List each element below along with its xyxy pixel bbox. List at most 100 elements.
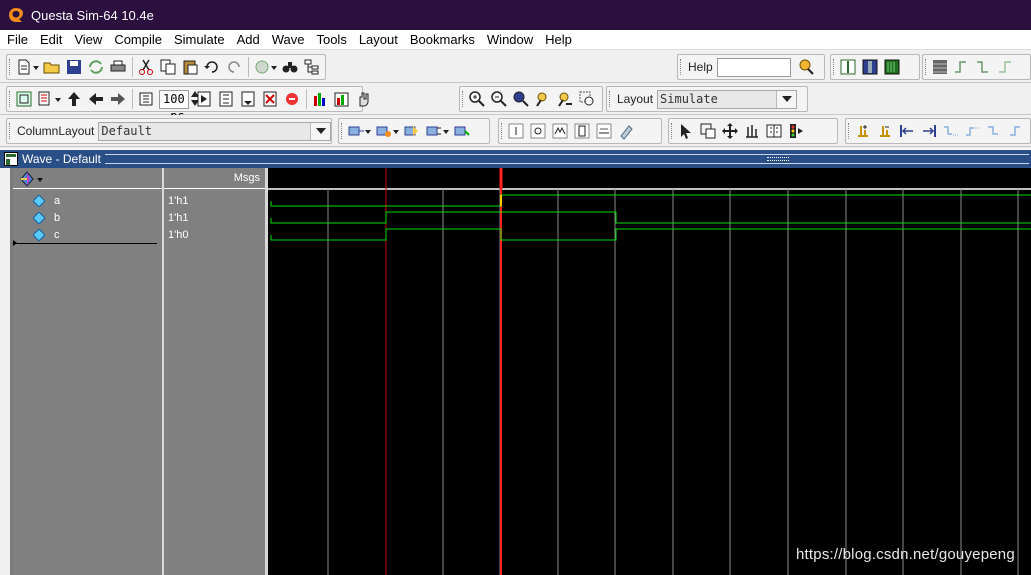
run-all-icon[interactable]	[239, 90, 257, 108]
layout-select[interactable]: Simulate	[657, 89, 798, 109]
chevron-down-icon[interactable]	[776, 90, 797, 108]
help-search-icon[interactable]	[797, 58, 815, 76]
format-event-icon[interactable]	[551, 122, 569, 140]
menu-bookmarks[interactable]: Bookmarks	[404, 30, 481, 50]
layout-list-icon[interactable]	[861, 58, 879, 76]
menu-layout[interactable]: Layout	[353, 30, 404, 50]
delete-cursor-icon[interactable]	[876, 122, 894, 140]
signal-row-b[interactable]: b	[32, 210, 60, 226]
insert-cursor-icon[interactable]	[854, 122, 872, 140]
grid-icon[interactable]	[931, 58, 949, 76]
menu-wave[interactable]: Wave	[266, 30, 311, 50]
format-toolbar	[498, 118, 662, 144]
menu-help[interactable]: Help	[539, 30, 578, 50]
zoom-full-icon[interactable]	[512, 90, 530, 108]
highlight-icon[interactable]	[617, 122, 635, 140]
chevron-down-icon[interactable]	[310, 122, 330, 140]
next-cursor-icon[interactable]	[920, 122, 938, 140]
waveform-plot[interactable]	[268, 168, 1031, 575]
zoom-last-icon[interactable]	[556, 90, 574, 108]
zoom-mode-icon[interactable]	[699, 122, 717, 140]
menu-simulate[interactable]: Simulate	[168, 30, 231, 50]
add-wave-icon[interactable]	[347, 122, 371, 140]
run-icon[interactable]	[195, 90, 213, 108]
compile-icon[interactable]	[15, 90, 33, 108]
open-folder-icon[interactable]	[43, 58, 61, 76]
left-arrow-icon[interactable]	[87, 90, 105, 108]
new-file-icon[interactable]	[15, 58, 39, 76]
memory-profile-icon[interactable]	[333, 90, 351, 108]
format-all-icon[interactable]	[595, 122, 613, 140]
signal-row-a[interactable]: a	[32, 193, 60, 209]
cursor-nav-toolbar	[845, 118, 1031, 144]
wave-window-header[interactable]: Wave - Default	[0, 149, 1031, 168]
zoom-out-icon[interactable]	[490, 90, 508, 108]
layout-wave-icon[interactable]	[839, 58, 857, 76]
edge-rise-icon[interactable]	[953, 58, 971, 76]
hand-icon[interactable]	[355, 90, 373, 108]
print-icon[interactable]	[109, 58, 127, 76]
redo-icon[interactable]	[225, 58, 243, 76]
window-drag-handle[interactable]	[104, 154, 1029, 164]
menu-compile[interactable]: Compile	[108, 30, 168, 50]
add-group-icon[interactable]	[403, 122, 421, 140]
restart-icon[interactable]	[137, 90, 155, 108]
format-analog-icon[interactable]	[573, 122, 591, 140]
questa-logo-icon	[7, 6, 25, 24]
menu-file[interactable]: File	[0, 30, 34, 50]
find-rise-edge-icon[interactable]	[1008, 122, 1026, 140]
menu-tools[interactable]: Tools	[310, 30, 352, 50]
reload-icon[interactable]	[87, 58, 105, 76]
format-literal-icon[interactable]	[507, 122, 525, 140]
copy-icon[interactable]	[159, 58, 177, 76]
menu-add[interactable]: Add	[231, 30, 266, 50]
toolbar-separator	[248, 57, 249, 77]
help-search-input[interactable]	[716, 57, 791, 77]
waveform-canvas[interactable]	[268, 168, 1031, 575]
stop-icon[interactable]	[283, 90, 301, 108]
menu-window[interactable]: Window	[481, 30, 539, 50]
prev-cursor-icon[interactable]	[898, 122, 916, 140]
zoom-cursor-icon[interactable]	[534, 90, 552, 108]
zoom-in-icon[interactable]	[468, 90, 486, 108]
right-arrow-icon[interactable]	[109, 90, 127, 108]
edit-mode-icon[interactable]	[743, 122, 761, 140]
continue-run-icon[interactable]	[217, 90, 235, 108]
column-layout-select[interactable]: Default	[98, 121, 331, 141]
performance-icon[interactable]	[311, 90, 329, 108]
edge-fall-icon[interactable]	[975, 58, 993, 76]
find-fall-edge-icon[interactable]	[986, 122, 1004, 140]
toolbar-separator	[305, 89, 307, 109]
menu-edit[interactable]: Edit	[34, 30, 68, 50]
zoom-range-icon[interactable]	[578, 90, 596, 108]
msgs-header: Msgs	[164, 168, 265, 189]
add-virtual-icon[interactable]	[425, 122, 449, 140]
find-prev-edge-icon[interactable]	[942, 122, 960, 140]
layout-dataflow-icon[interactable]	[883, 58, 901, 76]
menu-view[interactable]: View	[68, 30, 108, 50]
compile-all-icon[interactable]	[37, 90, 61, 108]
pan-mode-icon[interactable]	[721, 122, 739, 140]
undo-icon[interactable]	[203, 58, 221, 76]
save-icon[interactable]	[65, 58, 83, 76]
insert-signal-icon[interactable]	[453, 122, 471, 140]
stoplight-icon[interactable]	[787, 122, 805, 140]
format-logic-icon[interactable]	[529, 122, 547, 140]
edge-next-icon[interactable]	[997, 58, 1015, 76]
find-binoculars-icon[interactable]	[281, 58, 299, 76]
signal-value: 1'h1	[168, 212, 189, 224]
run-length-input[interactable]: 100 ps	[159, 89, 189, 123]
up-arrow-icon[interactable]	[65, 90, 83, 108]
select-pointer-icon[interactable]	[677, 122, 695, 140]
break-icon[interactable]	[253, 58, 277, 76]
find-next-edge-icon[interactable]	[964, 122, 982, 140]
wave-signals-icon[interactable]	[19, 171, 35, 187]
cut-icon[interactable]	[137, 58, 155, 76]
break-stop-icon[interactable]	[261, 90, 279, 108]
cursor-mode-icon[interactable]	[765, 122, 783, 140]
structure-icon[interactable]	[303, 58, 321, 76]
paste-icon[interactable]	[181, 58, 199, 76]
add-divider-icon[interactable]	[375, 122, 399, 140]
signal-row-c[interactable]: c	[32, 227, 60, 243]
chevron-down-icon[interactable]	[37, 178, 43, 182]
